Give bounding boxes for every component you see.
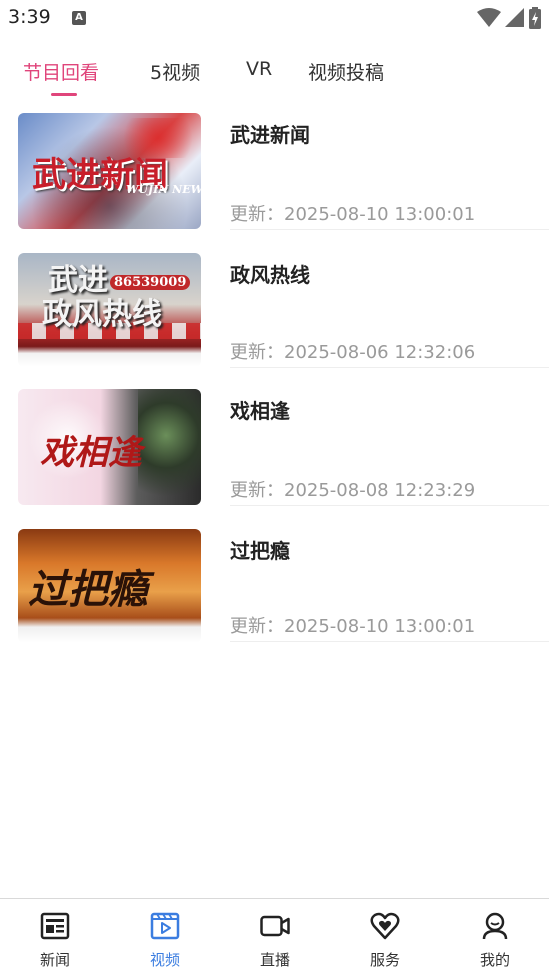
divider xyxy=(230,641,549,642)
cellular-signal-icon xyxy=(505,8,524,27)
nav-news[interactable]: 新闻 xyxy=(0,899,110,976)
program-title: 戏相逢 xyxy=(230,399,290,423)
bottom-navigation: 新闻 视频 直播 服务 我的 xyxy=(0,898,549,976)
nav-label: 我的 xyxy=(479,951,510,969)
nav-live[interactable]: 直播 xyxy=(220,899,330,976)
nav-label: 新闻 xyxy=(39,951,70,969)
divider xyxy=(230,229,549,230)
thumbnail-title-text: 过把瘾 xyxy=(28,566,148,613)
wujin-news-thumbnail: 武进新闻 WUJIN NEWS xyxy=(18,113,201,229)
program-title: 政风热线 xyxy=(230,263,310,287)
notification-icon: A xyxy=(72,11,86,25)
status-time: 3:39 xyxy=(8,6,51,28)
program-updated-time: 更新：2025-08-08 12:23:29 xyxy=(230,480,476,501)
thumbnail-phone-text: 86539009 xyxy=(110,275,191,290)
nav-label: 直播 xyxy=(259,951,290,969)
guobayin-thumbnail: 过把瘾 xyxy=(18,529,201,643)
divider xyxy=(230,367,549,368)
nav-label: 视频 xyxy=(149,951,180,969)
profile-icon xyxy=(482,912,508,940)
video-play-icon xyxy=(150,912,180,940)
nav-label: 服务 xyxy=(369,951,400,969)
program-tabs: 节目回看 5视频 VR 视频投稿 xyxy=(0,52,549,100)
program-title: 过把瘾 xyxy=(230,539,290,563)
program-updated-time: 更新：2025-08-06 12:32:06 xyxy=(230,342,476,363)
program-updated-time: 更新：2025-08-10 13:00:01 xyxy=(230,204,476,225)
nav-service[interactable]: 服务 xyxy=(330,899,440,976)
thumbnail-title-bottom-text: 政风热线 xyxy=(42,297,162,332)
heart-service-icon xyxy=(370,912,400,940)
thumbnail-title-text: 戏相逢 xyxy=(40,433,142,473)
wifi-icon xyxy=(477,8,501,27)
nav-profile[interactable]: 我的 xyxy=(440,899,549,976)
tab-vr[interactable]: VR xyxy=(246,58,272,80)
list-item[interactable]: 武进 86539009 政风热线 政风热线 更新：2025-08-06 12:3… xyxy=(0,253,549,371)
nav-video[interactable]: 视频 xyxy=(110,899,220,976)
camera-live-icon xyxy=(260,915,290,937)
list-item[interactable]: 武进新闻 WUJIN NEWS 武进新闻 更新：2025-08-10 13:00… xyxy=(0,113,549,231)
tab-5-video[interactable]: 5视频 xyxy=(150,58,200,85)
status-indicators xyxy=(477,7,541,29)
list-item[interactable]: 过把瘾 过把瘾 更新：2025-08-10 13:00:01 xyxy=(0,529,549,647)
divider xyxy=(230,505,549,506)
zhengfeng-hotline-thumbnail: 武进 86539009 政风热线 xyxy=(18,253,201,367)
tab-program-replay[interactable]: 节目回看 xyxy=(23,58,99,85)
tab-video-submission[interactable]: 视频投稿 xyxy=(308,58,384,85)
xixiangfeng-thumbnail: 戏相逢 xyxy=(18,389,201,505)
active-tab-indicator xyxy=(51,93,77,96)
program-title: 武进新闻 xyxy=(230,123,310,147)
thumbnail-subtitle-text: WUJIN NEWS xyxy=(126,183,201,196)
program-updated-time: 更新：2025-08-10 13:00:01 xyxy=(230,616,476,637)
battery-charging-icon xyxy=(529,7,541,29)
newspaper-icon xyxy=(40,912,70,940)
status-bar: 3:39 A xyxy=(0,0,549,38)
list-item[interactable]: 戏相逢 戏相逢 更新：2025-08-08 12:23:29 xyxy=(0,389,549,507)
